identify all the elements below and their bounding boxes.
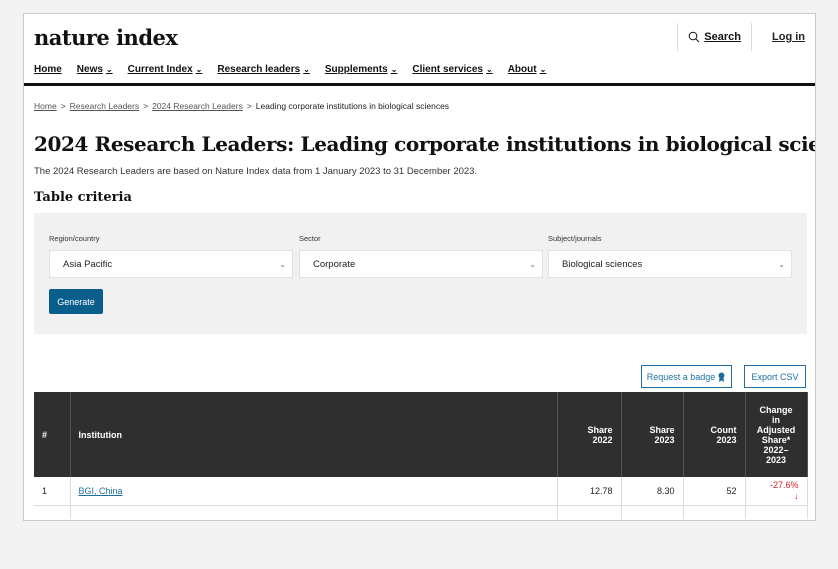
change-value: -27.6% (769, 479, 799, 490)
breadcrumb-separator: > (60, 101, 66, 111)
col-share-2023-line2: 2023 (654, 434, 675, 445)
breadcrumb-separator: > (143, 101, 149, 111)
header-actions: Search Log in (677, 23, 809, 51)
breadcrumb-current: Leading corporate institutions in biolog… (255, 101, 450, 111)
col-change[interactable]: Change in Adjusted Share* 2022– 2023 (745, 392, 808, 477)
site-logo[interactable]: nature index (34, 25, 178, 50)
chevron-down-icon: ⌄ (279, 259, 286, 269)
col-institution[interactable]: Institution (70, 392, 558, 477)
sector-select[interactable]: Corporate ⌄ (299, 250, 543, 278)
cell-empty (621, 505, 684, 519)
search-icon (688, 31, 700, 43)
col-share-2023[interactable]: Share 2023 (621, 392, 684, 477)
chevron-down-icon: ⌄ (105, 65, 113, 74)
nav-supplements-label: Supplements (324, 64, 388, 75)
subject-label: Subject/journals (548, 234, 602, 243)
col-change-line5: 2022– (763, 444, 789, 455)
arrow-down-icon: ↓ (794, 490, 799, 501)
request-badge-label: Request a badge (646, 371, 716, 382)
col-share-2023-line1: Share (649, 424, 675, 435)
chevron-down-icon: ⌄ (778, 259, 785, 269)
nav-divider (24, 83, 815, 86)
nav-news[interactable]: News ⌄ (77, 64, 113, 75)
generate-button[interactable]: Generate (49, 289, 103, 314)
page-subtitle: The 2024 Research Leaders are based on N… (34, 166, 478, 177)
nav-research-leaders[interactable]: Research leaders ⌄ (217, 64, 310, 75)
nav-research-leaders-label: Research leaders (217, 64, 301, 75)
browser-page: nature index Search Log in Home News ⌄ Cu… (23, 13, 816, 521)
institution-link[interactable]: BGI, China (79, 486, 123, 496)
region-value: Asia Pacific (63, 258, 113, 270)
chevron-down-icon: ⌄ (529, 259, 536, 269)
request-badge-button[interactable]: Request a badge (641, 365, 732, 388)
badge-icon (718, 372, 725, 382)
cell-empty (34, 505, 71, 519)
nav-supplements[interactable]: Supplements ⌄ (325, 64, 398, 75)
col-change-line2: in (772, 414, 780, 425)
nav-client-services-label: Client services (412, 64, 483, 75)
leaders-table: # Institution Share 2022 Share 2023 Coun… (34, 392, 808, 519)
page-title: 2024 Research Leaders: Leading corporate… (34, 132, 816, 156)
login-link[interactable]: Log in (751, 23, 809, 51)
cell-rank: 1 (34, 477, 71, 506)
subject-value: Biological sciences (562, 258, 643, 270)
cell-institution: BGI, China (70, 477, 558, 506)
nav-about-label: About (507, 64, 537, 75)
nav-current-index-label: Current Index (127, 64, 193, 75)
cell-change: -27.6% ↓ (745, 477, 808, 506)
cell-count-2023: 52 (683, 477, 746, 506)
cell-empty (683, 505, 746, 519)
col-count-2023-line2: 2023 (716, 434, 737, 445)
search-label: Search (704, 31, 741, 43)
col-share-2022-line2: 2022 (592, 434, 613, 445)
nav-current-index[interactable]: Current Index ⌄ (128, 64, 203, 75)
table-row-partial (34, 505, 808, 519)
export-csv-button[interactable]: Export CSV (744, 365, 806, 388)
chevron-down-icon: ⌄ (390, 65, 398, 74)
col-rank[interactable]: # (34, 392, 71, 477)
main-nav: Home News ⌄ Current Index ⌄ Research leade… (34, 64, 546, 75)
criteria-heading: Table criteria (34, 190, 132, 205)
cell-empty (745, 505, 808, 519)
col-count-2023[interactable]: Count 2023 (683, 392, 746, 477)
breadcrumb-home[interactable]: Home (34, 101, 57, 111)
col-change-line4: Share* (761, 434, 791, 445)
col-count-2023-line1: Count (710, 424, 737, 435)
cell-empty (70, 505, 558, 519)
chevron-down-icon: ⌄ (539, 65, 547, 74)
cell-share-2023: 8.30 (621, 477, 684, 506)
col-change-line3: Adjusted (756, 424, 796, 435)
region-label: Region/country (49, 234, 100, 243)
cell-share-2022: 12.78 (557, 477, 622, 506)
filter-panel: Region/country Asia Pacific ⌄ Sector Cor… (34, 213, 807, 334)
breadcrumb-research-leaders[interactable]: Research Leaders (70, 101, 139, 111)
subject-select[interactable]: Biological sciences ⌄ (548, 250, 792, 278)
table-row: 1 BGI, China 12.78 8.30 52 -27.6% ↓ (34, 477, 808, 506)
chevron-down-icon: ⌄ (303, 65, 310, 74)
nav-home[interactable]: Home (34, 64, 62, 75)
nav-home-label: Home (34, 64, 62, 75)
sector-label: Sector (299, 234, 321, 243)
col-change-line6: 2023 (765, 454, 787, 465)
col-change-line1: Change (759, 404, 793, 415)
region-select[interactable]: Asia Pacific ⌄ (49, 250, 293, 278)
nav-about[interactable]: About ⌄ (508, 64, 547, 75)
cell-empty (557, 505, 622, 519)
nav-client-services[interactable]: Client services ⌄ (412, 64, 492, 75)
nav-news-label: News (76, 64, 103, 75)
breadcrumb-separator: > (246, 101, 252, 111)
search-button[interactable]: Search (677, 23, 751, 51)
breadcrumb-2024-research-leaders[interactable]: 2024 Research Leaders (152, 101, 243, 111)
breadcrumb: Home > Research Leaders > 2024 Research … (34, 101, 449, 111)
col-share-2022[interactable]: Share 2022 (557, 392, 622, 477)
table-header-row: # Institution Share 2022 Share 2023 Coun… (34, 392, 808, 477)
site-header: nature index Search Log in (34, 23, 815, 61)
chevron-down-icon: ⌄ (195, 65, 203, 74)
col-share-2022-line1: Share (587, 424, 613, 435)
sector-value: Corporate (313, 258, 356, 270)
chevron-down-icon: ⌄ (486, 65, 493, 74)
